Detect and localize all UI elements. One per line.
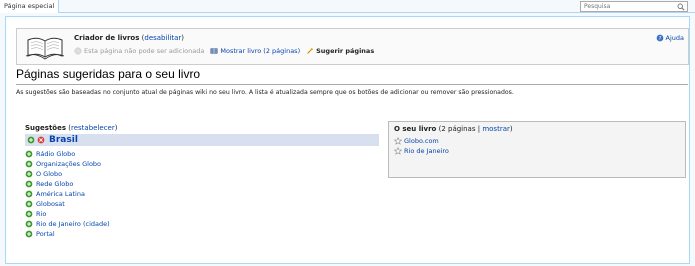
list-item: Rede Globo: [25, 179, 379, 189]
disable-link[interactable]: desabilitar: [144, 34, 181, 42]
add-icon[interactable]: [25, 220, 33, 228]
add-icon[interactable]: [25, 170, 33, 178]
show-book-icon: [210, 48, 218, 54]
content-area: Criador de livros (desabilitar) Esta pág…: [5, 16, 690, 264]
add-icon[interactable]: [25, 200, 33, 208]
list-item: Portal: [25, 229, 379, 239]
list-item: Rio: [25, 209, 379, 219]
search-icon[interactable]: [677, 3, 685, 11]
cannot-add-notice: Esta página não pode ser adicionada: [74, 47, 204, 55]
show-book-link[interactable]: mostrar: [482, 125, 510, 133]
suggestion-link[interactable]: Organizações Globo: [36, 160, 101, 168]
show-book-button[interactable]: Mostrar livro (2 páginas): [210, 47, 300, 55]
tab-special-page[interactable]: Página especial: [0, 0, 60, 13]
star-icon[interactable]: [394, 137, 402, 145]
add-icon[interactable]: [25, 190, 33, 198]
book-creator-actions: Esta página não pode ser adicionada Most…: [74, 47, 380, 55]
add-icon[interactable]: [25, 150, 33, 158]
suggestions-header: Sugestões (restabelecer): [25, 124, 118, 132]
search-input[interactable]: [581, 2, 671, 11]
list-item: Globosat: [25, 199, 379, 209]
list-item: O Globo: [25, 169, 379, 179]
suggestion-link[interactable]: O Globo: [36, 170, 62, 178]
list-item: América Latina: [25, 189, 379, 199]
list-item: Globo.com: [394, 136, 680, 146]
intro-text: As sugestões são baseadas no conjunto at…: [16, 89, 514, 96]
suggestion-link[interactable]: Portal: [36, 230, 55, 238]
suggest-pages-button[interactable]: Sugerir páginas: [306, 47, 374, 55]
suggestion-link[interactable]: Rio: [36, 210, 46, 218]
list-item: Organizações Globo: [25, 159, 379, 169]
suggestions-panel: Sugestões (restabelecer) Brasil Rádio Gl…: [25, 124, 379, 239]
book-page-link[interactable]: Globo.com: [404, 137, 439, 145]
suggestion-link[interactable]: Rádio Globo: [36, 150, 75, 158]
featured-suggestion: Brasil: [25, 134, 379, 146]
page-title: Páginas sugeridas para o seu livro: [16, 67, 201, 81]
help-link[interactable]: ? Ajuda: [656, 34, 684, 42]
my-book-header: O seu livro (2 páginas | mostrar): [394, 125, 513, 133]
list-item: Rádio Globo: [25, 149, 379, 159]
remove-icon[interactable]: [37, 136, 45, 144]
add-icon[interactable]: [25, 210, 33, 218]
suggestion-link[interactable]: América Latina: [36, 190, 85, 198]
svg-text:?: ?: [658, 36, 661, 42]
book-creator-title: Criador de livros (desabilitar): [74, 34, 184, 42]
featured-link[interactable]: Brasil: [49, 135, 78, 145]
suggestion-link[interactable]: Rede Globo: [36, 180, 73, 188]
suggestion-link[interactable]: Rio de Janeiro (cidade): [36, 220, 110, 228]
remove-icon: [74, 47, 82, 55]
add-icon[interactable]: [25, 230, 33, 238]
star-icon[interactable]: [394, 147, 402, 155]
list-item: Rio de Janeiro: [394, 146, 680, 156]
search-box: [580, 1, 688, 12]
book-icon: [25, 37, 65, 60]
book-page-link[interactable]: Rio de Janeiro: [404, 147, 449, 155]
title-divider: [16, 84, 688, 85]
suggestion-link[interactable]: Globosat: [36, 200, 65, 208]
tab-bar: Página especial: [0, 0, 695, 13]
suggestion-list: Rádio Globo Organizações Globo O Globo R…: [25, 149, 379, 239]
my-book-panel: O seu livro (2 páginas | mostrar) Globo.…: [388, 121, 686, 178]
suggest-icon: [307, 47, 314, 54]
add-icon[interactable]: [25, 160, 33, 168]
list-item: Rio de Janeiro (cidade): [25, 219, 379, 229]
reset-link[interactable]: restabelecer: [71, 124, 115, 132]
add-icon[interactable]: [27, 136, 35, 144]
book-creator-box: Criador de livros (desabilitar) Esta pág…: [16, 28, 689, 65]
help-icon: ?: [656, 34, 663, 42]
add-icon[interactable]: [25, 180, 33, 188]
